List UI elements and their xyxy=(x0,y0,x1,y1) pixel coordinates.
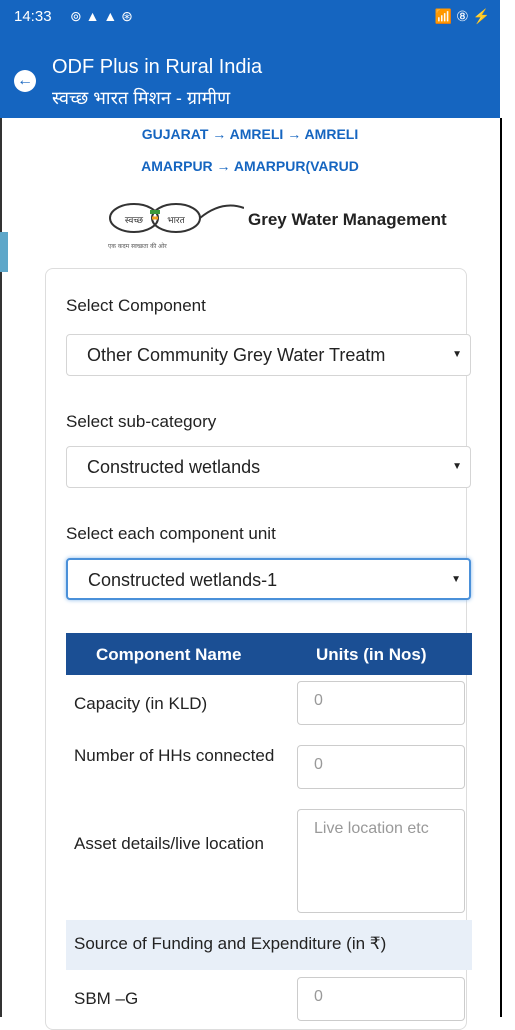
svg-text:एक कदम स्वच्छता की ओर: एक कदम स्वच्छता की ओर xyxy=(108,242,167,250)
row-label-capacity: Capacity (in KLD) xyxy=(74,694,208,713)
funding-section-header: Source of Funding and Expenditure (in ₹) xyxy=(66,920,472,970)
component-select-value: Other Community Grey Water Treatm xyxy=(87,345,386,365)
table-header: Component Name Units (in Nos) xyxy=(66,633,472,675)
select-unit-label: Select each component unit xyxy=(66,524,276,543)
unit-select-value: Constructed wetlands-1 xyxy=(88,570,278,590)
subcategory-select-value: Constructed wetlands xyxy=(87,457,261,477)
notification-icons: ⊚ ▲ ▲ ⊛ xyxy=(70,8,133,24)
swachh-bharat-logo-icon: स्वच्छ भारत एक कदम स्वच्छता की ओर xyxy=(108,203,244,250)
dropdown-arrow-icon: ▼ xyxy=(452,349,462,360)
component-select[interactable]: Other Community Grey Water Treatm ▼ xyxy=(66,334,471,376)
svg-text:स्वच्छ: स्वच्छ xyxy=(125,216,144,226)
select-component-label: Select Component xyxy=(66,296,206,315)
column-units: Units (in Nos) xyxy=(316,645,427,664)
svg-text:भारत: भारत xyxy=(167,216,185,226)
status-bar: 14:33 ⊚ ▲ ▲ ⊛ 📶 ⑧ ⚡ xyxy=(0,0,500,34)
capacity-input[interactable]: 0 xyxy=(297,681,465,725)
side-accent xyxy=(0,232,8,272)
right-frame xyxy=(500,118,502,1017)
asset-location-input[interactable]: Live location etc xyxy=(297,809,465,913)
app-subtitle: स्वच्छ भारत मिशन - ग्रामीण xyxy=(52,88,231,108)
funding-title: Source of Funding and Expenditure (in ₹) xyxy=(74,934,387,953)
breadcrumb-line2: AMARPUR → AMARPUR(VARUD xyxy=(141,158,359,174)
status-time: 14:33 xyxy=(14,8,52,25)
column-component-name: Component Name xyxy=(96,645,242,664)
unit-select[interactable]: Constructed wetlands-1 ▼ xyxy=(66,558,471,600)
row-label-asset: Asset details/live location xyxy=(74,834,264,853)
breadcrumb-line1: GUJARAT → AMRELI → AMRELI xyxy=(141,126,359,142)
sbm-g-input[interactable]: 0 xyxy=(297,977,465,1021)
back-arrow-icon[interactable]: ← xyxy=(14,70,36,92)
row-label-hhs: Number of HHs connected xyxy=(74,746,275,765)
subcategory-select[interactable]: Constructed wetlands ▼ xyxy=(66,446,471,488)
section-title: Grey Water Management xyxy=(248,210,447,229)
dropdown-arrow-icon: ▼ xyxy=(452,461,462,472)
row-label-sbm-g: SBM –G xyxy=(74,989,139,1008)
hhs-connected-input[interactable]: 0 xyxy=(297,745,465,789)
app-title: ODF Plus in Rural India xyxy=(52,56,263,78)
signal-battery-icons: 📶 ⑧ ⚡ xyxy=(434,8,490,24)
app-bar: ← ODF Plus in Rural India स्वच्छ भारत मि… xyxy=(0,34,500,118)
dropdown-arrow-icon: ▼ xyxy=(451,574,461,585)
select-subcategory-label: Select sub-category xyxy=(66,412,217,431)
